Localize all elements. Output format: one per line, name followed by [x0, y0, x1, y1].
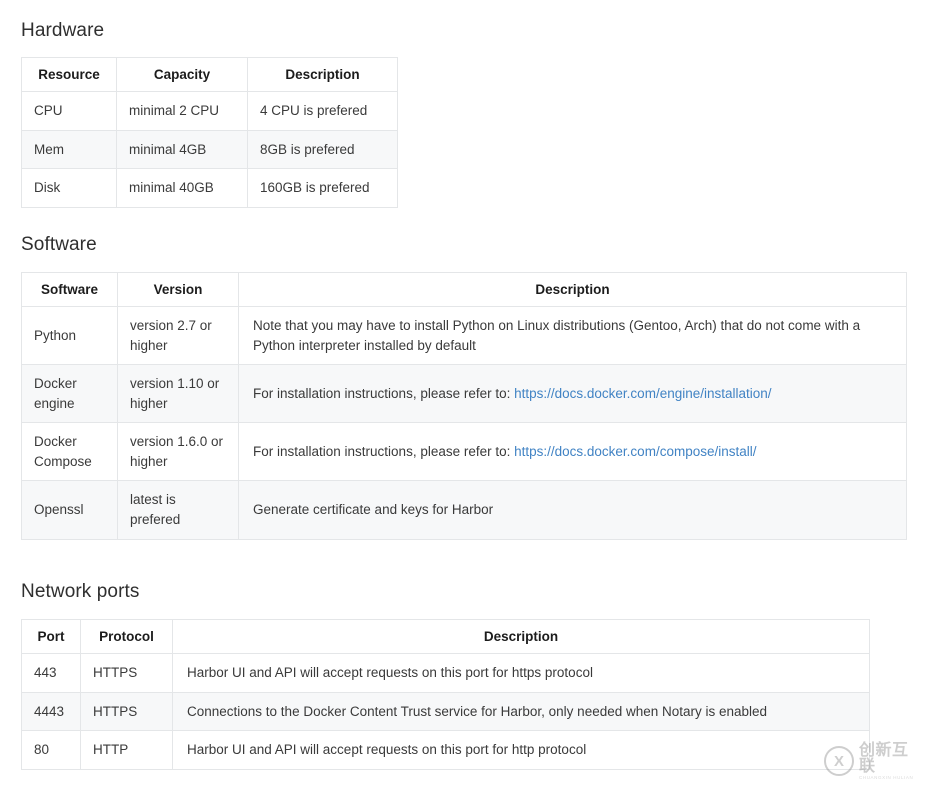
table-header-row: Software Version Description	[21, 272, 907, 307]
cell-description: 4 CPU is prefered	[247, 91, 398, 131]
cell-capacity: minimal 2 CPU	[116, 91, 248, 131]
column-header-description: Description	[238, 272, 907, 307]
docker-compose-install-link[interactable]: https://docs.docker.com/compose/install/	[514, 444, 756, 459]
cell-software-version: latest is prefered	[117, 480, 239, 540]
cell-software-name: Docker engine	[21, 364, 118, 424]
cell-resource: Disk	[21, 168, 117, 208]
table-header-row: Port Protocol Description	[21, 619, 870, 654]
table-row: Mem minimal 4GB 8GB is prefered	[21, 129, 398, 170]
cell-description: 160GB is prefered	[247, 168, 398, 208]
cell-software-version: version 1.6.0 or higher	[117, 422, 239, 482]
cell-software-description: For installation instructions, please re…	[238, 422, 907, 482]
cell-port: 80	[21, 730, 81, 770]
cell-description: Connections to the Docker Content Trust …	[172, 691, 870, 732]
table-row: Docker Compose version 1.6.0 or higher F…	[21, 422, 907, 482]
cell-resource: CPU	[21, 91, 117, 131]
docker-engine-install-link[interactable]: https://docs.docker.com/engine/installat…	[514, 386, 771, 401]
software-table: Software Version Description Python vers…	[21, 272, 907, 540]
cell-software-version: version 2.7 or higher	[117, 305, 239, 366]
description-text: For installation instructions, please re…	[253, 385, 515, 401]
cell-protocol: HTTP	[80, 730, 173, 770]
cell-capacity: minimal 40GB	[116, 168, 248, 208]
column-header-resource: Resource	[21, 57, 117, 92]
cell-port: 4443	[21, 691, 81, 732]
cell-software-version: version 1.10 or higher	[117, 364, 239, 424]
cell-resource: Mem	[21, 129, 117, 170]
table-row: 4443 HTTPS Connections to the Docker Con…	[21, 691, 870, 732]
cell-description: Harbor UI and API will accept requests o…	[172, 653, 870, 693]
table-header-row: Resource Capacity Description	[21, 57, 398, 92]
table-row: Docker engine version 1.10 or higher For…	[21, 364, 907, 424]
column-header-port: Port	[21, 619, 81, 654]
cell-software-name: Python	[21, 305, 118, 366]
table-row: 443 HTTPS Harbor UI and API will accept …	[21, 653, 870, 693]
cell-description: Harbor UI and API will accept requests o…	[172, 730, 870, 770]
column-header-protocol: Protocol	[80, 619, 173, 654]
watermark-subtitle: CHUANGXIN HULIAN	[859, 774, 914, 780]
cell-protocol: HTTPS	[80, 653, 173, 693]
network-ports-table: Port Protocol Description 443 HTTPS Harb…	[21, 619, 870, 770]
table-row: Python version 2.7 or higher Note that y…	[21, 305, 907, 366]
section-heading-hardware: Hardware	[21, 20, 105, 41]
cell-description: 8GB is prefered	[247, 129, 398, 170]
cell-software-description: Note that you may have to install Python…	[238, 305, 907, 366]
cell-software-name: Docker Compose	[21, 422, 118, 482]
column-header-version: Version	[117, 272, 239, 307]
cell-software-description: Generate certificate and keys for Harbor	[238, 480, 907, 540]
cell-software-description: For installation instructions, please re…	[238, 364, 907, 424]
table-row: 80 HTTP Harbor UI and API will accept re…	[21, 730, 870, 770]
cell-capacity: minimal 4GB	[116, 129, 248, 170]
column-header-description: Description	[172, 619, 870, 654]
description-text: For installation instructions, please re…	[253, 444, 515, 460]
column-header-capacity: Capacity	[116, 57, 248, 92]
table-row: Openssl latest is prefered Generate cert…	[21, 480, 907, 540]
section-heading-software: Software	[21, 234, 97, 255]
hardware-table: Resource Capacity Description CPU minima…	[21, 57, 398, 208]
table-row: CPU minimal 2 CPU 4 CPU is prefered	[21, 91, 398, 131]
document-page: Hardware Resource Capacity Description C…	[0, 0, 928, 785]
cell-port: 443	[21, 653, 81, 693]
cell-protocol: HTTPS	[80, 691, 173, 732]
table-row: Disk minimal 40GB 160GB is prefered	[21, 168, 398, 208]
column-header-software: Software	[21, 272, 118, 307]
cell-software-name: Openssl	[21, 480, 118, 540]
column-header-description: Description	[247, 57, 398, 92]
section-heading-network-ports: Network ports	[21, 581, 140, 602]
